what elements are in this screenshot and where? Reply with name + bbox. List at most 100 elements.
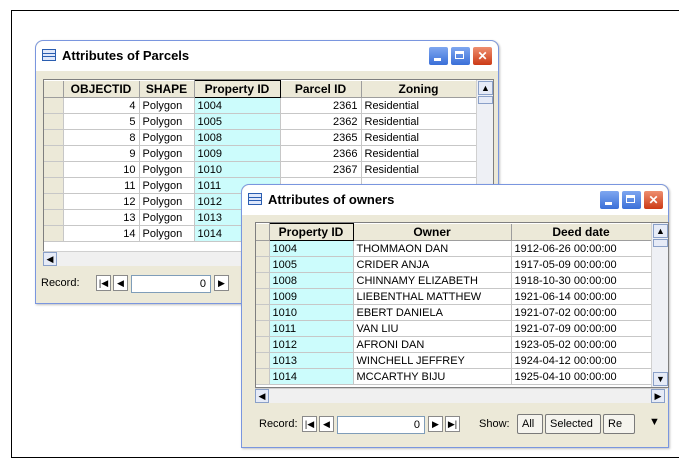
column-header[interactable]: Parcel ID <box>280 80 362 98</box>
column-header[interactable]: Property ID <box>193 80 281 98</box>
minimize-button[interactable] <box>599 190 620 210</box>
scroll-down-icon[interactable]: ▼ <box>653 372 668 386</box>
row-selector[interactable] <box>44 209 64 226</box>
first-record-icon[interactable]: |◀ <box>96 275 111 291</box>
column-header[interactable]: SHAPE <box>139 80 195 98</box>
table-row[interactable]: 4 Polygon 1004 2361 Residential <box>44 97 477 114</box>
chevron-down-icon[interactable]: ▼ <box>649 416 660 428</box>
row-selector[interactable] <box>44 145 64 162</box>
scroll-left-icon[interactable]: ◀ <box>43 252 57 266</box>
scroll-up-icon[interactable]: ▲ <box>478 81 493 95</box>
table-row[interactable]: 1005 CRIDER ANJA 1917-05-09 00:00:00 <box>256 256 652 273</box>
row-selector[interactable] <box>256 240 270 257</box>
table-row[interactable]: 1014 MCCARTHY BIJU 1925-04-10 00:00:00 <box>256 368 652 385</box>
row-selector[interactable] <box>256 304 270 321</box>
next-record-icon[interactable]: ▶ <box>214 275 229 291</box>
row-selector[interactable] <box>256 256 270 273</box>
deed-date-cell: 1923-05-02 00:00:00 <box>511 336 652 353</box>
table-row[interactable]: 9 Polygon 1009 2366 Residential <box>44 145 477 162</box>
close-button[interactable]: ✕ <box>472 46 493 66</box>
maximize-button[interactable] <box>450 46 471 66</box>
minimize-button[interactable] <box>428 46 449 66</box>
minimize-icon <box>434 58 441 61</box>
parcels-titlebar[interactable]: Attributes of Parcels ✕ <box>36 41 498 71</box>
column-header[interactable]: Zoning <box>361 80 477 98</box>
parcels-window-title: Attributes of Parcels <box>62 48 190 63</box>
shape-cell: Polygon <box>139 97 195 114</box>
table-row[interactable]: 8 Polygon 1008 2365 Residential <box>44 129 477 146</box>
close-icon: ✕ <box>648 193 659 207</box>
column-header[interactable]: Owner <box>353 223 512 241</box>
scroll-thumb[interactable] <box>478 96 493 104</box>
table-row[interactable]: 1012 AFRONI DAN 1923-05-02 00:00:00 <box>256 336 652 353</box>
property-id-cell: 1004 <box>194 97 281 114</box>
previous-record-icon[interactable]: ◀ <box>319 416 334 432</box>
row-selector[interactable] <box>256 288 270 305</box>
parcel-id-cell: 2362 <box>280 113 362 130</box>
owners-titlebar[interactable]: Attributes of owners ✕ <box>242 185 668 215</box>
scroll-left-icon[interactable]: ◀ <box>255 389 269 403</box>
row-selector[interactable] <box>44 129 64 146</box>
row-selector[interactable] <box>44 161 64 178</box>
deed-date-cell: 1912-06-26 00:00:00 <box>511 240 652 257</box>
row-selector[interactable] <box>44 193 64 210</box>
record-label: Record: <box>259 418 298 430</box>
scroll-thumb[interactable] <box>653 239 668 247</box>
maximize-button[interactable] <box>621 190 642 210</box>
table-row[interactable]: 10 Polygon 1010 2367 Residential <box>44 161 477 178</box>
row-selector[interactable] <box>256 272 270 289</box>
previous-record-icon[interactable]: ◀ <box>113 275 128 291</box>
horizontal-scrollbar[interactable]: ◀ ▶ <box>255 388 667 403</box>
owners-grid: Property ID Owner Deed date 1004 THOMMAON… <box>255 222 669 388</box>
last-record-icon[interactable]: ▶| <box>445 416 460 432</box>
table-row[interactable]: 1010 EBERT DANIELA 1921-07-02 00:00:00 <box>256 304 652 321</box>
zoning-cell: Residential <box>361 129 477 146</box>
deed-date-cell: 1921-07-09 00:00:00 <box>511 320 652 337</box>
first-record-icon[interactable]: |◀ <box>302 416 317 432</box>
deed-date-cell: 1925-04-10 00:00:00 <box>511 368 652 385</box>
records-button[interactable]: Re <box>603 414 635 434</box>
property-id-cell: 1008 <box>194 129 281 146</box>
table-row[interactable]: 1011 VAN LIU 1921-07-09 00:00:00 <box>256 320 652 337</box>
vertical-scrollbar[interactable]: ▲ ▼ <box>651 223 668 387</box>
deed-date-cell: 1917-05-09 00:00:00 <box>511 256 652 273</box>
objectid-cell: 14 <box>63 225 140 242</box>
close-button[interactable]: ✕ <box>643 190 664 210</box>
row-selector[interactable] <box>44 113 64 130</box>
row-selector-header[interactable] <box>44 80 64 98</box>
record-number-input[interactable]: 0 <box>131 275 211 293</box>
property-id-cell: 1010 <box>269 304 354 321</box>
column-header[interactable]: Deed date <box>511 223 652 241</box>
table-row[interactable]: 1013 WINCHELL JEFFREY 1924-04-12 00:00:00 <box>256 352 652 369</box>
table-row[interactable]: 1009 LIEBENTHAL MATTHEW 1921-06-14 00:00:0… <box>256 288 652 305</box>
property-id-cell: 1005 <box>269 256 354 273</box>
row-selector[interactable] <box>256 368 270 385</box>
record-label: Record: <box>41 277 80 289</box>
objectid-cell: 8 <box>63 129 140 146</box>
row-selector[interactable] <box>256 320 270 337</box>
deed-date-cell: 1918-10-30 00:00:00 <box>511 272 652 289</box>
table-row[interactable]: 5 Polygon 1005 2362 Residential <box>44 113 477 130</box>
row-selector[interactable] <box>44 177 64 194</box>
column-header[interactable]: OBJECTID <box>63 80 140 98</box>
shape-cell: Polygon <box>139 193 195 210</box>
property-id-cell: 1005 <box>194 113 281 130</box>
show-selected-button[interactable]: Selected <box>545 414 601 434</box>
row-selector[interactable] <box>44 97 64 114</box>
record-number-input[interactable]: 0 <box>337 416 425 434</box>
show-all-button[interactable]: All <box>517 414 543 434</box>
table-icon <box>248 193 262 205</box>
scroll-up-icon[interactable]: ▲ <box>653 224 668 238</box>
next-record-icon[interactable]: ▶ <box>428 416 443 432</box>
parcel-id-cell: 2367 <box>280 161 362 178</box>
zoning-cell: Residential <box>361 97 477 114</box>
row-selector[interactable] <box>256 336 270 353</box>
column-header[interactable]: Property ID <box>268 223 354 241</box>
row-selector[interactable] <box>256 352 270 369</box>
scroll-right-icon[interactable]: ▶ <box>651 389 665 403</box>
table-row[interactable]: 1004 THOMMAON DAN 1912-06-26 00:00:00 <box>256 240 652 257</box>
row-selector[interactable] <box>44 225 64 242</box>
row-selector-header[interactable] <box>256 223 270 241</box>
table-row[interactable]: 1008 CHINNAMY ELIZABETH 1918-10-30 00:00:0… <box>256 272 652 289</box>
close-icon: ✕ <box>477 49 488 63</box>
